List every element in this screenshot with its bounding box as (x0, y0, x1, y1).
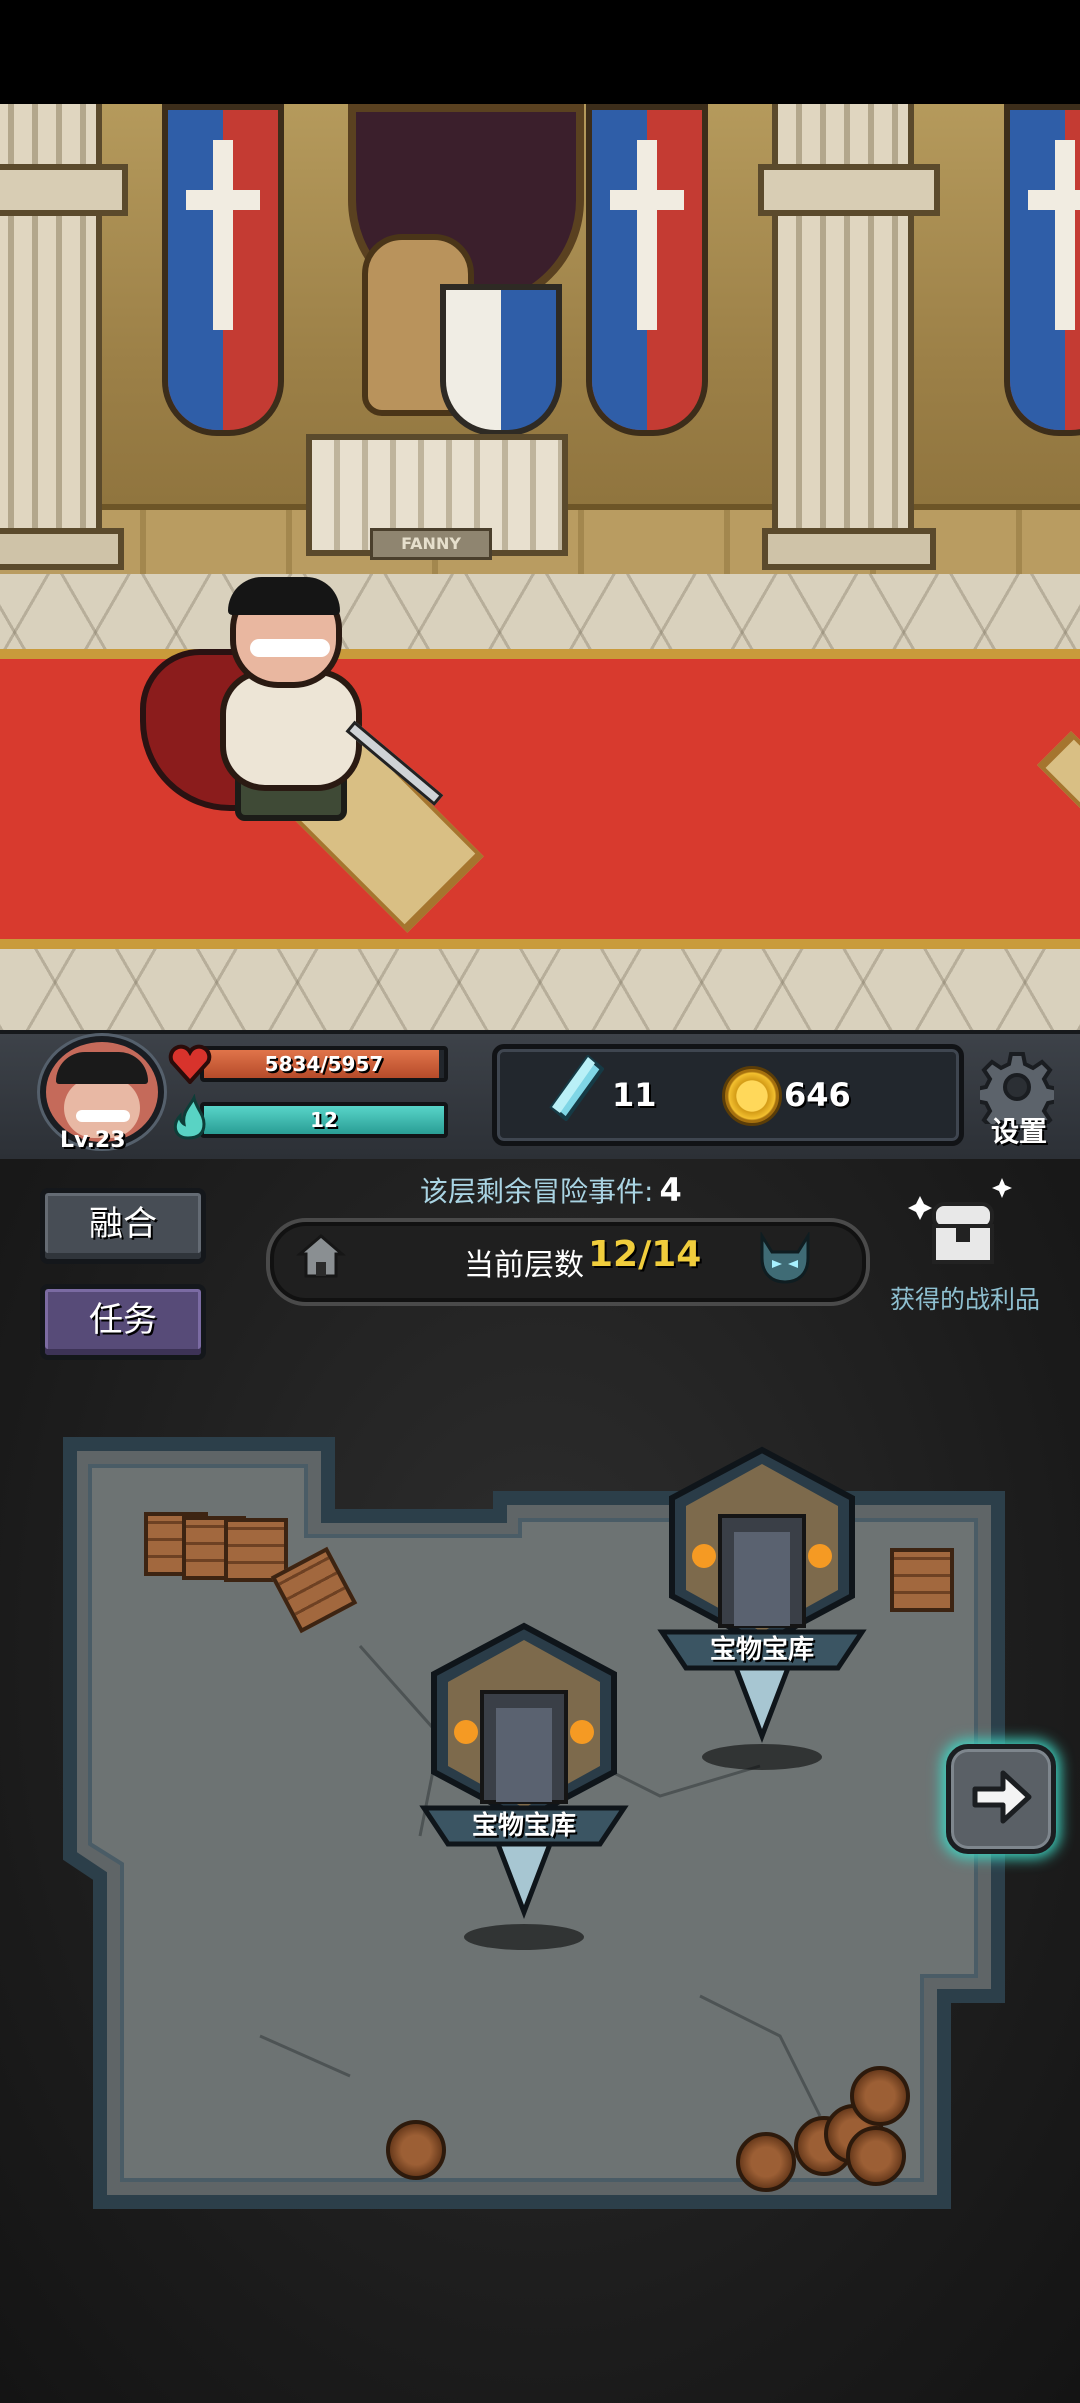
soul-flame-icon (173, 1094, 206, 1140)
vault-label: 宝物宝库 (709, 1635, 814, 1665)
remaining-events-count: 4 (659, 1171, 682, 1209)
hp-value: 5834/5957 (264, 1052, 384, 1076)
fusion-button[interactable]: 融合 (40, 1188, 206, 1264)
hero-character (120, 569, 444, 889)
gold-count: 646 (784, 1076, 851, 1114)
settings-label[interactable]: 设置 (972, 1110, 1066, 1150)
crystal-count: 11 (612, 1076, 657, 1114)
pillar-right (758, 104, 940, 570)
vault-gate-icon (657, 1446, 867, 1744)
status-bar (0, 0, 1080, 104)
treasure-vault-node[interactable]: 宝物宝库 (642, 1446, 882, 1746)
treasure-chest-icon[interactable] (906, 1178, 1016, 1268)
loot-label[interactable]: 获得的战利品 (870, 1280, 1060, 1316)
remaining-events: 该层剩余冒险事件: 4 (420, 1170, 682, 1210)
barrel (850, 2066, 910, 2126)
treasure-vault-node[interactable]: 宝物宝库 (404, 1622, 644, 1922)
current-floor-value: 12/14 (588, 1234, 702, 1275)
barrel (736, 2132, 796, 2192)
arrow-right-icon (972, 1770, 1032, 1824)
hp-bar: 5834/5957 (200, 1046, 448, 1082)
knight-shield (440, 284, 562, 436)
barrel (846, 2126, 906, 2186)
crystal-icon (549, 1055, 604, 1121)
barrel (386, 2120, 446, 2180)
remaining-events-label: 该层剩余冒险事件: (420, 1175, 654, 1208)
banner-left (162, 104, 284, 436)
vault-gate-icon (419, 1622, 629, 1920)
node-shadow (464, 1924, 584, 1950)
task-button[interactable]: 任务 (40, 1284, 206, 1360)
hall-scene: FANNY (0, 104, 1080, 1030)
heart-icon (168, 1044, 212, 1084)
current-floor-label: 当前层数 (464, 1248, 584, 1283)
vault-label: 宝物宝库 (471, 1811, 576, 1841)
node-shadow (702, 1744, 822, 1770)
hero-level: Lv.23 (60, 1128, 126, 1153)
mp-value: 12 (310, 1108, 338, 1132)
banner-center (586, 104, 708, 436)
mp-bar: 12 (200, 1102, 448, 1138)
banner-right (1004, 104, 1080, 436)
next-room-button[interactable] (946, 1744, 1056, 1854)
boss-demon-icon (760, 1232, 810, 1284)
house-icon (296, 1234, 346, 1278)
pillar-left (0, 104, 128, 570)
gold-coin-icon (722, 1066, 782, 1126)
crate (890, 1548, 954, 1612)
pedestal-plaque: FANNY (370, 528, 492, 560)
